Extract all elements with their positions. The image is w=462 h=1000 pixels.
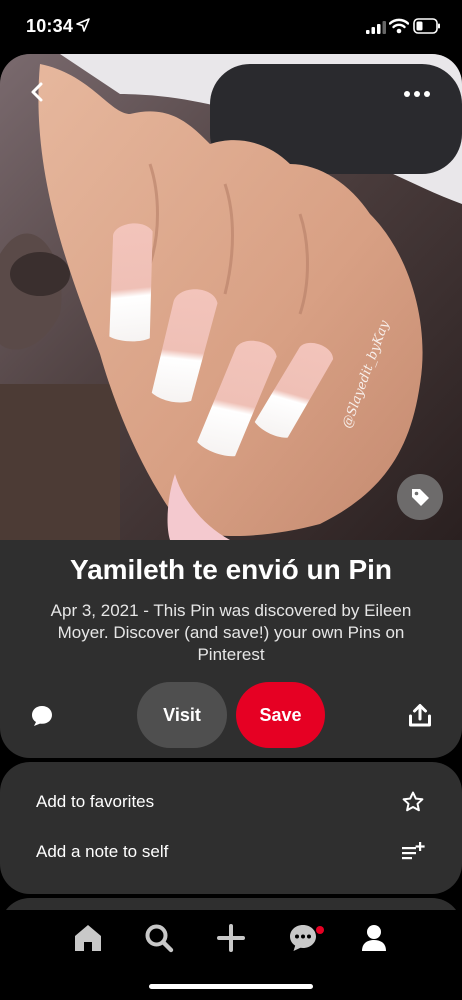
wifi-icon	[389, 18, 409, 34]
back-icon[interactable]	[26, 80, 50, 104]
tag-icon	[412, 489, 429, 506]
add-to-favorites-label: Add to favorites	[36, 792, 155, 811]
visit-button[interactable]: Visit	[137, 682, 227, 748]
nails-photo: @Slayedit_byKay	[0, 54, 462, 540]
add-to-favorites-row[interactable]: Add to favorites	[0, 782, 462, 822]
cellular-signal-icon	[366, 21, 386, 34]
messages-icon[interactable]	[287, 922, 319, 954]
more-options-icon[interactable]	[402, 88, 432, 100]
pin-description: Apr 3, 2021 - This Pin was discovered by…	[50, 601, 412, 664]
note-add-icon[interactable]	[400, 840, 426, 864]
search-icon[interactable]	[143, 922, 175, 954]
battery-icon	[413, 18, 440, 34]
star-outline-icon[interactable]	[400, 790, 426, 814]
save-button[interactable]: Save	[236, 682, 325, 748]
add-note-to-self-label: Add a note to self	[36, 842, 169, 861]
create-icon[interactable]	[215, 922, 247, 954]
home-indicator	[149, 984, 313, 989]
status-bar: 10:34	[0, 0, 462, 54]
location-arrow-icon	[76, 18, 90, 32]
comment-icon[interactable]	[30, 704, 54, 728]
pin-image[interactable]: @Slayedit_byKay	[0, 54, 462, 540]
home-icon[interactable]	[72, 922, 104, 954]
pin-card: @Slayedit_byKay Yamileth te envió un Pin…	[0, 54, 462, 758]
pin-options-card: Add to favorites Add a note to self	[0, 762, 462, 894]
pin-title: Yamileth te envió un Pin	[69, 554, 393, 585]
notification-dot	[316, 926, 324, 934]
share-icon[interactable]	[407, 703, 433, 729]
shop-tag-button[interactable]	[397, 474, 443, 520]
add-note-to-self-row[interactable]: Add a note to self	[0, 832, 462, 872]
profile-icon[interactable]	[358, 922, 390, 954]
bottom-navigation	[0, 910, 462, 1000]
status-time: 10:34	[26, 16, 74, 36]
